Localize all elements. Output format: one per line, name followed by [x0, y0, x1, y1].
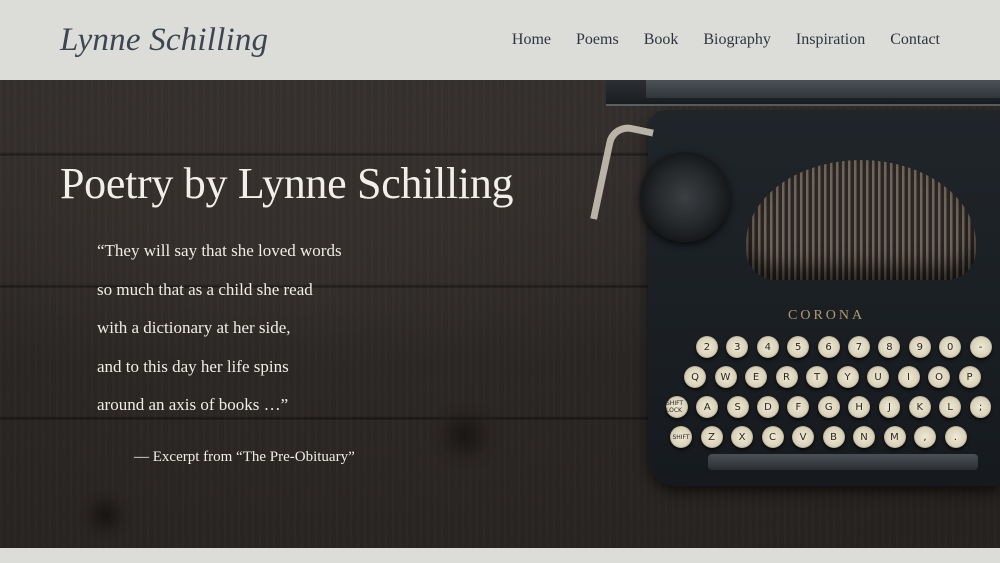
typewriter-key: F: [787, 396, 810, 418]
typewriter-key: E: [745, 366, 767, 388]
typewriter-key: -: [969, 336, 992, 358]
typewriter-key: C: [761, 426, 784, 448]
typewriter-key: R: [775, 366, 798, 388]
typewriter-key: ;: [969, 396, 992, 418]
typewriter-key: K: [908, 396, 931, 418]
typewriter-key: 2: [696, 336, 718, 358]
wood-knot-decoration: [70, 490, 140, 540]
typewriter-key: 4: [756, 336, 779, 358]
typewriter-key-row: SHIFT Z X C V B N M,.: [656, 426, 1000, 456]
nav-item-book[interactable]: Book: [644, 31, 679, 49]
typewriter-key: 6: [817, 336, 840, 358]
typewriter-key: I: [897, 366, 920, 388]
typewriter-key: G: [817, 396, 840, 418]
typewriter-key: 9: [908, 336, 931, 358]
typewriter-key: M: [883, 426, 906, 448]
typewriter-key: A: [696, 396, 719, 418]
typewriter-key: X: [731, 426, 753, 448]
quote-line: and to this day her life spins: [97, 356, 289, 376]
main-nav: Home Poems Book Biography Inspiration Co…: [512, 31, 940, 49]
nav-item-biography[interactable]: Biography: [703, 31, 771, 49]
typewriter-key-row: QWERTYUIOP: [656, 366, 1000, 396]
hero-heading: Poetry by Lynne Schilling: [60, 159, 514, 208]
quote-line: with a dictionary at her side,: [97, 318, 291, 337]
site-title-link[interactable]: Lynne Schilling: [60, 22, 268, 59]
typewriter-brand: CORONA: [788, 308, 866, 323]
typewriter-key: 8: [878, 336, 901, 358]
typewriter-key: Y: [836, 366, 859, 388]
typewriter-key: J: [878, 396, 901, 418]
quote-attribution: — Excerpt from “The Pre-Obituary”: [134, 449, 355, 465]
typewriter-key: N: [853, 426, 875, 448]
typewriter-key-row: 234567890-: [656, 336, 1000, 366]
typewriter-knob: [640, 152, 730, 242]
typewriter-key: Q: [684, 366, 706, 388]
nav-item-poems[interactable]: Poems: [576, 31, 619, 49]
typewriter-key: ,: [914, 426, 936, 448]
nav-item-contact[interactable]: Contact: [890, 31, 940, 49]
typewriter-key: SHIFT: [670, 426, 692, 448]
typewriter-key: V: [792, 426, 814, 448]
typewriter-spacebar: [708, 454, 978, 470]
typewriter-key: .: [944, 426, 967, 448]
wood-knot-decoration: [420, 400, 510, 470]
typewriter-key: SHIFT LOCK: [666, 396, 688, 418]
typewriter-key: P: [958, 366, 981, 388]
quote-line: around an axis of books …”: [97, 395, 289, 414]
typewriter-key: 3: [726, 336, 749, 358]
page-bottom-strip: [0, 548, 1000, 563]
typewriter-key: T: [806, 366, 828, 388]
typewriter-key: W: [714, 366, 737, 388]
typewriter-key: L: [939, 396, 962, 418]
typewriter-key: H: [848, 396, 871, 418]
typewriter-key: Z: [700, 426, 723, 448]
typewriter-key-row: SHIFT LOCK A S D F G H J K L;: [656, 396, 1000, 426]
typewriter-image: CORONA 2 3 4 5 6 7 8 9 0- Q W E R T Y U I O P SHIFT LOCK A S D…: [590, 80, 1000, 490]
typewriter-roller-top: [646, 80, 1000, 98]
typewriter-key: B: [822, 426, 845, 448]
typewriter-key: 5: [787, 336, 810, 358]
site-header: Lynne Schilling Home Poems Book Biograph…: [0, 0, 1000, 80]
typewriter-key: 0: [939, 336, 962, 358]
hero-section: CORONA 2 3 4 5 6 7 8 9 0- Q W E R T Y U I O P SHIFT LOCK A S D…: [0, 80, 1000, 548]
poem-quote: “They will say that she loved words so m…: [97, 237, 342, 430]
typewriter-key: S: [726, 396, 749, 418]
nav-item-home[interactable]: Home: [512, 31, 551, 49]
typewriter-keyboard: 2 3 4 5 6 7 8 9 0- Q W E R T Y U I O P SHIFT LOCK A S D F G H J K L;…: [656, 336, 1000, 456]
quote-line: “They will say that she loved words: [97, 241, 342, 260]
typewriter-key: D: [757, 396, 779, 418]
typewriter-key: U: [867, 366, 889, 388]
typewriter-key: O: [928, 366, 950, 388]
quote-line: so much that as a child she read: [97, 279, 313, 299]
typewriter-key: 7: [848, 336, 870, 358]
nav-item-inspiration[interactable]: Inspiration: [796, 31, 865, 49]
